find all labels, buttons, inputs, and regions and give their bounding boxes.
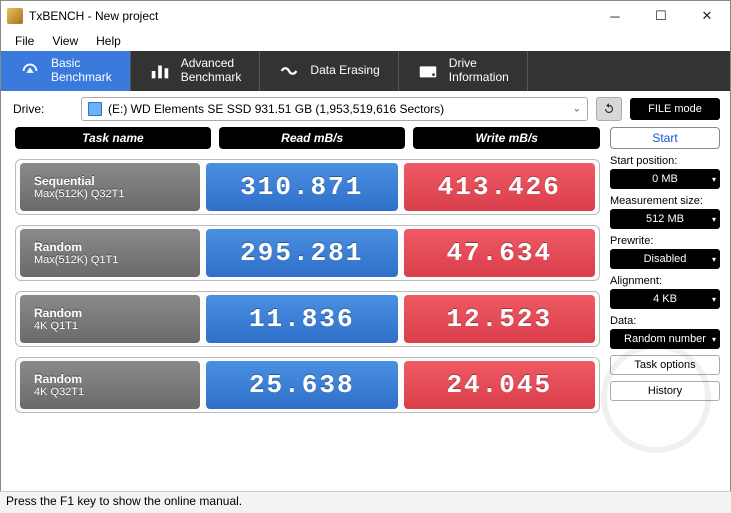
menu-file[interactable]: File xyxy=(7,32,42,50)
task-button-sequential[interactable]: Sequential Max(512K) Q32T1 xyxy=(20,163,200,211)
results-header: Task name Read mB/s Write mB/s xyxy=(15,127,600,149)
label-prewrite: Prewrite: xyxy=(610,235,720,247)
header-write: Write mB/s xyxy=(413,127,600,149)
group-prewrite: Prewrite: Disabled▾ xyxy=(610,235,720,269)
chevron-down-icon: ▾ xyxy=(712,255,716,264)
main-area: Task name Read mB/s Write mB/s Sequentia… xyxy=(1,127,730,413)
start-button[interactable]: Start xyxy=(610,127,720,149)
task-name-1: Random xyxy=(34,372,186,386)
tab-label: Basic Benchmark xyxy=(51,57,112,85)
read-value: 295.281 xyxy=(206,229,398,277)
label-alignment: Alignment: xyxy=(610,275,720,287)
task-button-random-512k[interactable]: Random Max(512K) Q1T1 xyxy=(20,229,200,277)
label-data: Data: xyxy=(610,315,720,327)
label-start-position: Start position: xyxy=(610,155,720,167)
group-data: Data: Random number▾ xyxy=(610,315,720,349)
task-name-2: 4K Q1T1 xyxy=(34,320,186,332)
window-buttons: ─ ☐ ✕ xyxy=(592,1,730,31)
drive-icon xyxy=(417,60,439,82)
task-name-2: Max(512K) Q32T1 xyxy=(34,188,186,200)
file-mode-button[interactable]: FILE mode xyxy=(630,98,720,120)
close-button[interactable]: ✕ xyxy=(684,1,730,31)
read-value: 310.871 xyxy=(206,163,398,211)
tabbar: Basic Benchmark Advanced Benchmark Data … xyxy=(1,51,730,91)
drive-label: Drive: xyxy=(13,102,73,116)
disk-icon xyxy=(88,102,102,116)
header-read: Read mB/s xyxy=(219,127,406,149)
task-name-2: Max(512K) Q1T1 xyxy=(34,254,186,266)
group-alignment: Alignment: 4 KB▾ xyxy=(610,275,720,309)
task-button-random-4k-q32[interactable]: Random 4K Q32T1 xyxy=(20,361,200,409)
bars-icon xyxy=(149,60,171,82)
task-row: Random 4K Q1T1 11.836 12.523 xyxy=(15,291,600,347)
read-value: 11.836 xyxy=(206,295,398,343)
write-value: 413.426 xyxy=(404,163,596,211)
menu-help[interactable]: Help xyxy=(88,32,129,50)
task-options-button[interactable]: Task options xyxy=(610,355,720,375)
write-value: 47.634 xyxy=(404,229,596,277)
task-name-1: Random xyxy=(34,306,186,320)
prewrite-select[interactable]: Disabled▾ xyxy=(610,249,720,269)
tab-data-erasing[interactable]: Data Erasing xyxy=(260,51,398,91)
tab-label: Advanced Benchmark xyxy=(181,57,242,85)
menu-view[interactable]: View xyxy=(44,32,86,50)
task-row: Random Max(512K) Q1T1 295.281 47.634 xyxy=(15,225,600,281)
chevron-down-icon: ▾ xyxy=(712,215,716,224)
maximize-button[interactable]: ☐ xyxy=(638,1,684,31)
alignment-select[interactable]: 4 KB▾ xyxy=(610,289,720,309)
drive-selected-text: (E:) WD Elements SE SSD 931.51 GB (1,953… xyxy=(108,102,444,116)
chevron-down-icon: ⌄ xyxy=(573,104,581,115)
task-button-random-4k-q1[interactable]: Random 4K Q1T1 xyxy=(20,295,200,343)
tab-advanced-benchmark[interactable]: Advanced Benchmark xyxy=(131,51,261,91)
refresh-button[interactable] xyxy=(596,97,622,121)
app-icon xyxy=(7,8,23,24)
erase-icon xyxy=(278,60,300,82)
group-start-position: Start position: 0 MB▾ xyxy=(610,155,720,189)
group-measurement-size: Measurement size: 512 MB▾ xyxy=(610,195,720,229)
write-value: 24.045 xyxy=(404,361,596,409)
status-bar: Press the F1 key to show the online manu… xyxy=(0,491,731,513)
minimize-button[interactable]: ─ xyxy=(592,1,638,31)
chevron-down-icon: ▾ xyxy=(712,175,716,184)
history-button[interactable]: History xyxy=(610,381,720,401)
tab-drive-information[interactable]: Drive Information xyxy=(399,51,528,91)
tab-label: Drive Information xyxy=(449,57,509,85)
chevron-down-icon: ▾ xyxy=(712,335,716,344)
drive-row: Drive: (E:) WD Elements SE SSD 931.51 GB… xyxy=(1,91,730,127)
task-name-2: 4K Q32T1 xyxy=(34,386,186,398)
titlebar: TxBENCH - New project ─ ☐ ✕ xyxy=(1,1,730,31)
label-measurement-size: Measurement size: xyxy=(610,195,720,207)
header-task: Task name xyxy=(15,127,211,149)
side-column: Start Start position: 0 MB▾ Measurement … xyxy=(610,127,720,413)
window-title: TxBENCH - New project xyxy=(29,9,158,23)
task-row: Random 4K Q32T1 25.638 24.045 xyxy=(15,357,600,413)
task-row: Sequential Max(512K) Q32T1 310.871 413.4… xyxy=(15,159,600,215)
menubar: File View Help xyxy=(1,31,730,51)
tab-basic-benchmark[interactable]: Basic Benchmark xyxy=(1,51,131,91)
chevron-down-icon: ▾ xyxy=(712,295,716,304)
tab-label: Data Erasing xyxy=(310,64,379,78)
task-name-1: Sequential xyxy=(34,174,186,188)
start-position-select[interactable]: 0 MB▾ xyxy=(610,169,720,189)
gauge-icon xyxy=(19,60,41,82)
write-value: 12.523 xyxy=(404,295,596,343)
drive-select[interactable]: (E:) WD Elements SE SSD 931.51 GB (1,953… xyxy=(81,97,588,121)
results-column: Task name Read mB/s Write mB/s Sequentia… xyxy=(15,127,600,413)
read-value: 25.638 xyxy=(206,361,398,409)
task-name-1: Random xyxy=(34,240,186,254)
data-select[interactable]: Random number▾ xyxy=(610,329,720,349)
measurement-size-select[interactable]: 512 MB▾ xyxy=(610,209,720,229)
refresh-icon xyxy=(602,102,616,116)
